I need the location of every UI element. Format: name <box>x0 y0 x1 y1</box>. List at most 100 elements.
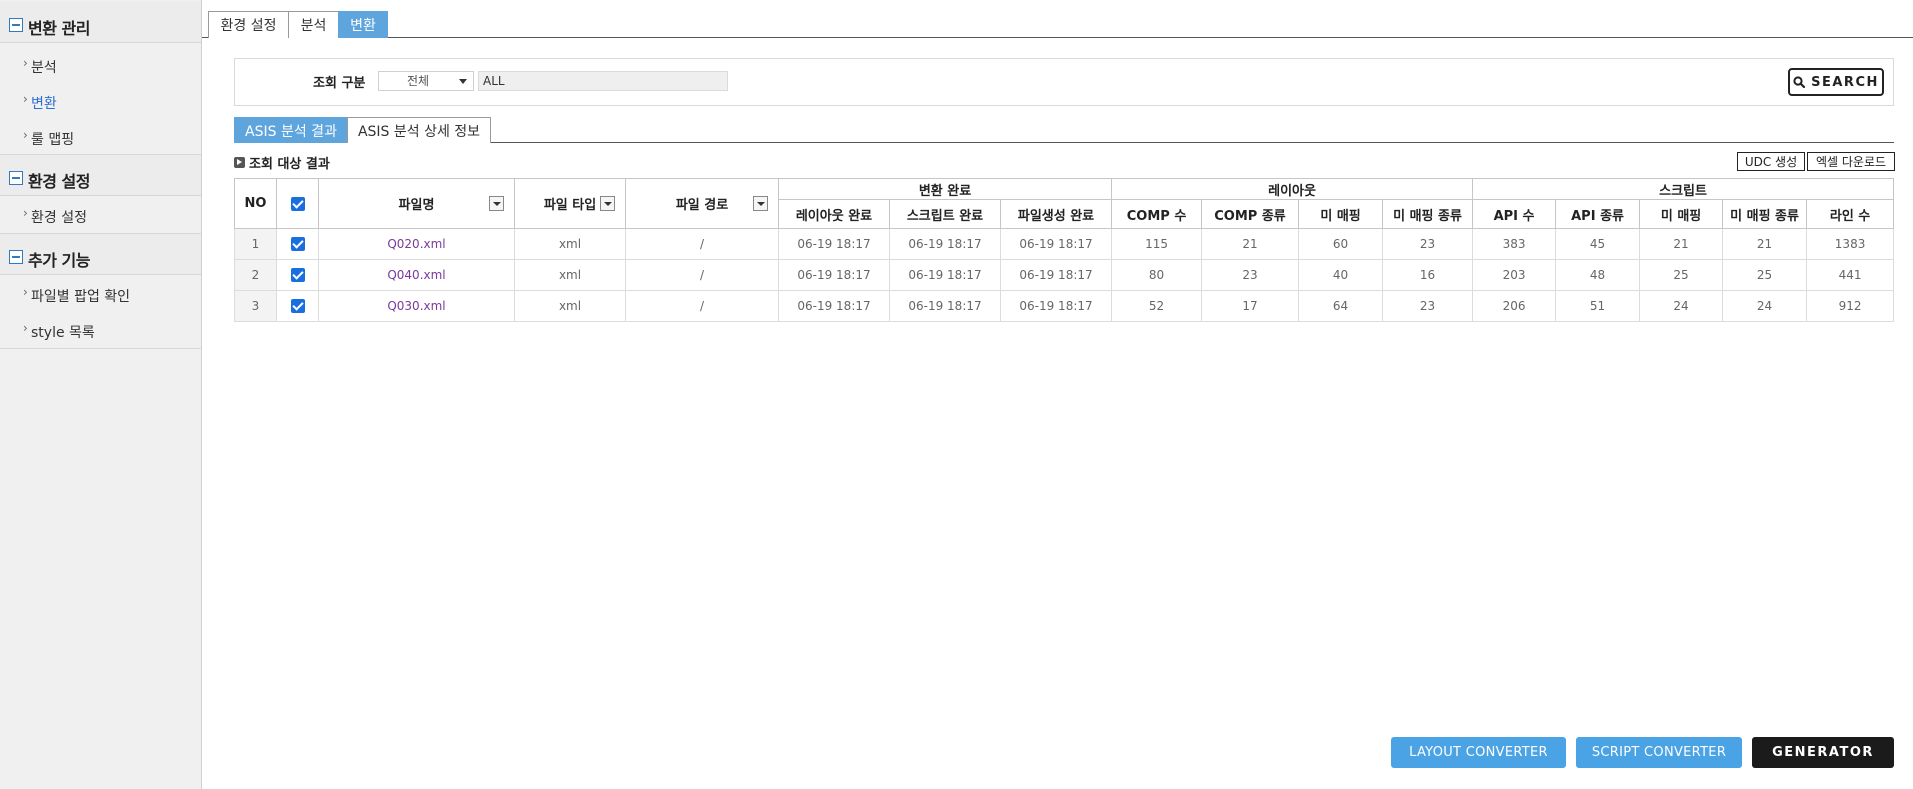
cell-file-name[interactable]: Q030.xml <box>318 290 515 322</box>
cell-layout-done: 06-19 18:17 <box>778 290 890 322</box>
tab-conversion[interactable]: 변환 <box>338 11 388 38</box>
sidebar-group-title: 변환 관리 <box>28 19 90 38</box>
result-tab-bar: ASIS 분석 결과 ASIS 분석 상세 정보 <box>234 117 1894 143</box>
cell-script-unmapped: 24 <box>1639 290 1724 322</box>
column-group-conversion-done: 변환 완료 <box>777 178 1113 200</box>
cell-script-unmapped: 25 <box>1639 259 1724 291</box>
cell-script-unmapped-kinds: 24 <box>1722 290 1808 322</box>
search-category-select[interactable]: 전체 <box>378 71 474 91</box>
column-header-label: 파일명 <box>398 198 435 213</box>
collapse-icon[interactable] <box>9 18 23 32</box>
column-header-script-unmapped-kinds: 미 매핑 종류 <box>1722 199 1808 229</box>
cell-api-count: 383 <box>1472 228 1557 260</box>
cell-file-path: / <box>625 290 779 322</box>
sidebar-item-settings[interactable]: 환경 설정 <box>23 206 87 227</box>
tab-settings[interactable]: 환경 설정 <box>208 11 289 38</box>
column-header-file-name[interactable]: 파일명 <box>318 178 515 229</box>
collapse-icon[interactable] <box>9 171 23 185</box>
select-all-checkbox[interactable] <box>290 196 305 211</box>
cell-file-path: / <box>625 259 779 291</box>
cell-comp-count: 52 <box>1111 290 1203 322</box>
result-title-text: 조회 대상 결과 <box>249 157 330 172</box>
filter-dropdown-icon[interactable] <box>753 195 768 211</box>
column-header-label: 파일 타입 <box>543 198 597 213</box>
excel-download-button[interactable]: 엑셀 다운로드 <box>1807 152 1895 171</box>
column-header-select-all <box>276 178 319 229</box>
cell-api-kinds: 48 <box>1555 259 1641 291</box>
cell-unmapped-kinds: 16 <box>1382 259 1474 291</box>
sidebar-group-items: 파일별 팝업 확인 style 목록 <box>0 275 201 349</box>
column-header-no: NO <box>234 178 277 229</box>
cell-file-name[interactable]: Q020.xml <box>318 228 515 260</box>
search-button[interactable]: SEARCH <box>1788 68 1884 96</box>
sidebar-item-conversion[interactable]: 변환 <box>23 92 57 113</box>
result-table: NO 파일명 파일 타입 파일 경로 변환 완료 레이아웃 스크립트 레이아웃 … <box>234 178 1895 322</box>
column-header-script-done: 스크립트 완료 <box>889 199 1001 229</box>
cell-script-unmapped-kinds: 21 <box>1722 228 1808 260</box>
row-checkbox[interactable] <box>290 237 305 252</box>
tab-asis-detail[interactable]: ASIS 분석 상세 정보 <box>347 117 491 143</box>
column-header-file-path[interactable]: 파일 경로 <box>625 178 779 229</box>
sidebar-item-file-popup[interactable]: 파일별 팝업 확인 <box>23 285 130 306</box>
search-icon <box>1793 76 1806 88</box>
cell-comp-kinds: 17 <box>1201 290 1300 322</box>
cell-api-count: 206 <box>1472 290 1557 322</box>
column-header-label: 파일 경로 <box>675 198 729 213</box>
table-row[interactable]: 3 Q030.xml xml / 06-19 18:17 06-19 18:17… <box>234 290 1895 322</box>
cell-no: 3 <box>234 290 277 322</box>
cell-unmapped-kinds: 23 <box>1382 228 1474 260</box>
cell-api-count: 203 <box>1472 259 1557 291</box>
sidebar-group-conversion[interactable]: 변환 관리 <box>0 2 201 43</box>
cell-file-type: xml <box>514 259 626 291</box>
filter-dropdown-icon[interactable] <box>489 195 504 211</box>
table-row[interactable]: 2 Q040.xml xml / 06-19 18:17 06-19 18:17… <box>234 259 1895 291</box>
cell-api-kinds: 51 <box>1555 290 1641 322</box>
filter-dropdown-icon[interactable] <box>600 195 615 211</box>
cell-file-path: / <box>625 228 779 260</box>
search-category-label: 조회 구분 <box>313 76 366 91</box>
column-header-file-type[interactable]: 파일 타입 <box>514 178 626 229</box>
cell-layout-done: 06-19 18:17 <box>778 259 890 291</box>
cell-script-done: 06-19 18:17 <box>889 259 1001 291</box>
column-group-script: 스크립트 <box>1472 178 1895 200</box>
sidebar-group-title: 추가 기능 <box>28 251 90 270</box>
udc-create-button[interactable]: UDC 생성 <box>1737 152 1805 171</box>
cell-script-done: 06-19 18:17 <box>889 290 1001 322</box>
column-header-api-count: API 수 <box>1472 199 1557 229</box>
layout-converter-button[interactable]: LAYOUT CONVERTER <box>1391 737 1566 768</box>
column-group-layout: 레이아웃 <box>1111 178 1474 200</box>
collapse-icon[interactable] <box>9 250 23 264</box>
sidebar-group-extra[interactable]: 추가 기능 <box>0 234 201 275</box>
sidebar-group-settings[interactable]: 환경 설정 <box>0 155 201 196</box>
script-converter-button[interactable]: SCRIPT CONVERTER <box>1576 737 1742 768</box>
cell-comp-count: 80 <box>1111 259 1203 291</box>
cell-unmapped: 60 <box>1298 228 1384 260</box>
cell-unmapped: 40 <box>1298 259 1384 291</box>
cell-select <box>276 290 319 322</box>
column-header-script-unmapped: 미 매핑 <box>1639 199 1724 229</box>
select-value: 전체 <box>407 74 430 88</box>
search-input[interactable] <box>478 71 728 91</box>
row-checkbox[interactable] <box>290 268 305 283</box>
cell-select <box>276 228 319 260</box>
chevron-down-icon <box>459 79 467 84</box>
row-checkbox[interactable] <box>290 299 305 314</box>
tab-asis-result[interactable]: ASIS 분석 결과 <box>234 117 348 143</box>
cell-file-type: xml <box>514 228 626 260</box>
cell-line-count: 441 <box>1806 259 1895 291</box>
generator-button[interactable]: GENERATOR <box>1752 737 1894 768</box>
sidebar-item-style-list[interactable]: style 목록 <box>23 321 95 342</box>
cell-script-unmapped-kinds: 25 <box>1722 259 1808 291</box>
sidebar-item-rule-mapping[interactable]: 룰 맵핑 <box>23 128 74 149</box>
sidebar-item-analysis[interactable]: 분석 <box>23 56 57 77</box>
cell-line-count: 1383 <box>1806 228 1895 260</box>
column-header-unmapped-kinds: 미 매핑 종류 <box>1382 199 1474 229</box>
column-header-comp-kinds: COMP 종류 <box>1201 199 1300 229</box>
result-title: 조회 대상 결과 <box>234 153 330 172</box>
cell-comp-count: 115 <box>1111 228 1203 260</box>
column-header-layout-done: 레이아웃 완료 <box>778 199 890 229</box>
table-row[interactable]: 1 Q020.xml xml / 06-19 18:17 06-19 18:17… <box>234 228 1895 260</box>
cell-file-name[interactable]: Q040.xml <box>318 259 515 291</box>
tab-analysis[interactable]: 분석 <box>288 11 339 38</box>
cell-select <box>276 259 319 291</box>
